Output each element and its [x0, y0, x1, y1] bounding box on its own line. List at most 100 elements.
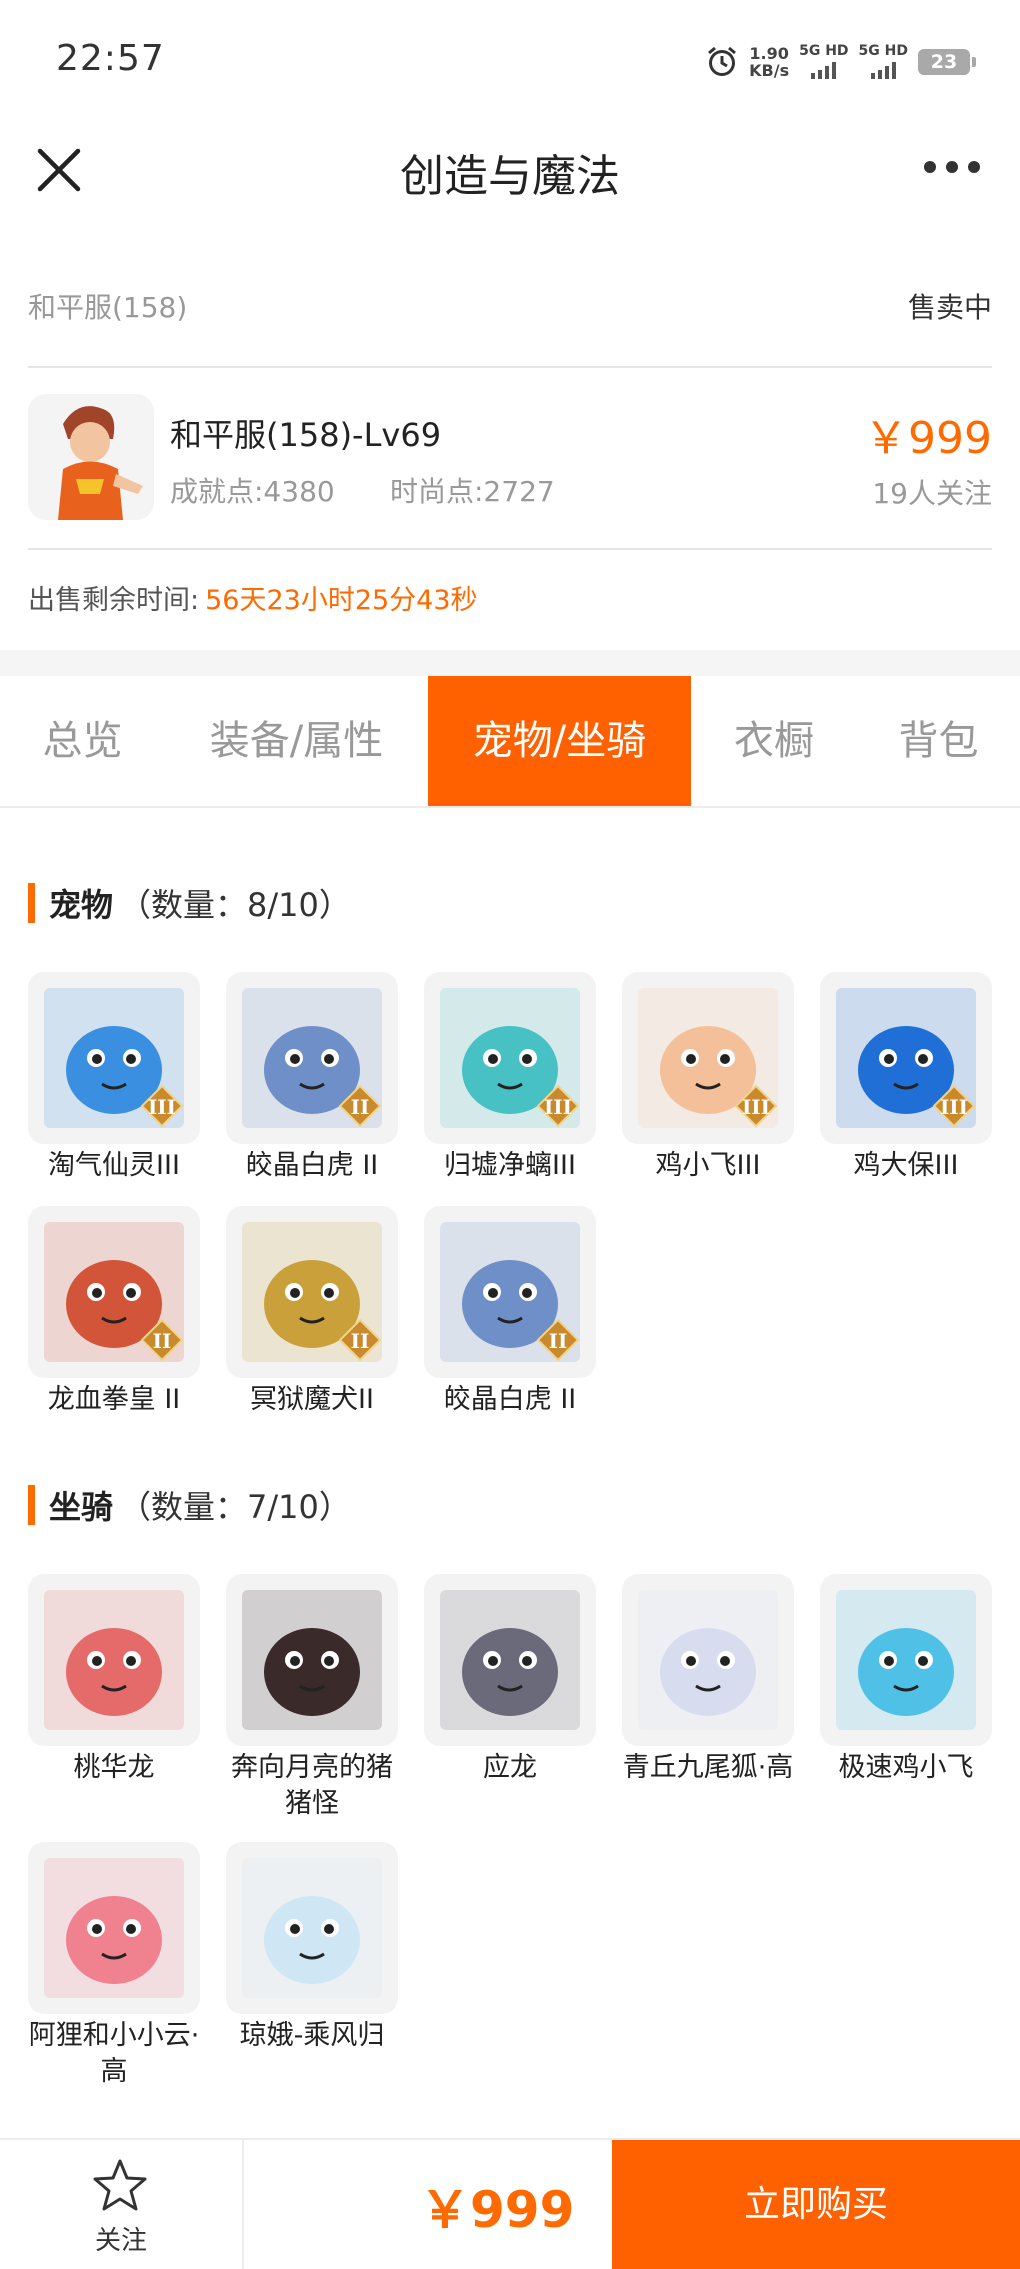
svg-text:II: II: [153, 1329, 172, 1353]
pet-creature-icon: II: [242, 1222, 382, 1362]
signal-bars-icon: [870, 61, 896, 79]
bottom-price: ￥999: [420, 2181, 575, 2239]
pet-thumbnail: II: [424, 1206, 596, 1378]
mount-name: 琼娥-乘风归: [239, 2020, 385, 2051]
svg-text:II: II: [549, 1329, 568, 1353]
mount-item[interactable]: 青丘九尾狐·高: [622, 1574, 794, 1786]
pet-item[interactable]: II 皎晶白虎 II: [424, 1206, 596, 1418]
character-avatar: [28, 394, 154, 520]
pet-item[interactable]: III 淘气仙灵III: [28, 972, 200, 1184]
pet-name: 淘气仙灵III: [48, 1150, 180, 1181]
pets-section-title: 宠物 （数量：8/10）: [28, 880, 351, 926]
status-bar: 22:57 1.90 KB/s 5G HD 5G HD 23: [0, 0, 1020, 120]
mount-name: 应龙: [483, 1752, 537, 1783]
tab-equipment[interactable]: 装备/属性: [165, 676, 428, 806]
mount-item[interactable]: 阿狸和小小云·高: [28, 1842, 200, 2090]
character-figure-icon: [28, 394, 154, 520]
mount-name: 奔向月亮的猪猪怪: [231, 1752, 393, 1819]
section-gap: [0, 650, 1020, 676]
pet-creature-icon: II: [44, 1222, 184, 1362]
pet-creature-icon: III: [638, 988, 778, 1128]
signal-bars-icon: [811, 61, 837, 79]
pet-item[interactable]: II 皎晶白虎 II: [226, 972, 398, 1184]
buy-now-button[interactable]: 立即购买: [612, 2140, 1020, 2269]
mount-name: 桃华龙: [73, 1752, 155, 1783]
bottom-action-bar: 关注 ￥999 立即购买: [0, 2138, 1020, 2269]
pet-creature-icon: II: [440, 1222, 580, 1362]
tab-wardrobe[interactable]: 衣橱: [691, 676, 857, 806]
tab-backpack[interactable]: 背包: [857, 676, 1020, 806]
pet-name: 龙血拳皇 II: [47, 1384, 181, 1415]
signal-1: 5G HD: [799, 43, 849, 79]
tab-overview[interactable]: 总览: [0, 676, 165, 806]
mount-item[interactable]: 桃华龙: [28, 1574, 200, 1786]
mounts-section-title: 坐骑 （数量：7/10）: [28, 1482, 351, 1528]
follower-count: 19人关注: [872, 477, 992, 510]
mount-thumbnail: [226, 1574, 398, 1746]
pet-name: 归墟净螭III: [444, 1150, 576, 1181]
follow-button[interactable]: 关注: [0, 2140, 244, 2269]
status-icons: 1.90 KB/s 5G HD 5G HD 23: [705, 43, 976, 80]
pet-thumbnail: II: [226, 972, 398, 1144]
mount-name: 阿狸和小小云·高: [28, 2020, 200, 2087]
pet-thumbnail: II: [226, 1206, 398, 1378]
mount-name: 青丘九尾狐·高: [622, 1752, 794, 1783]
mount-thumbnail: [622, 1574, 794, 1746]
mount-thumbnail: [226, 1842, 398, 2014]
pet-thumbnail: III: [820, 972, 992, 1144]
pet-item[interactable]: II 龙血拳皇 II: [28, 1206, 200, 1418]
mount-creature-icon: [44, 1858, 184, 1998]
mount-creature-icon: [44, 1590, 184, 1730]
pet-creature-icon: III: [44, 988, 184, 1128]
divider: [28, 548, 992, 550]
character-name: 和平服(158)-Lv69: [170, 416, 442, 454]
server-name: 和平服(158): [28, 291, 188, 324]
pet-name: 皎晶白虎 II: [245, 1150, 379, 1181]
achievement-points: 成就点:4380: [170, 475, 335, 508]
svg-text:III: III: [742, 1095, 770, 1119]
mounts-title: 坐骑: [49, 1488, 114, 1526]
signal-2: 5G HD: [859, 44, 908, 79]
character-card: 和平服(158)-Lv69 成就点:4380 时尚点:2727 ￥999 19人…: [28, 392, 992, 522]
mount-item[interactable]: 琼娥-乘风归: [226, 1842, 398, 2054]
page-title: 创造与魔法: [400, 151, 620, 202]
divider: [28, 366, 992, 368]
mount-item[interactable]: 应龙: [424, 1574, 596, 1786]
signal-1-label: 5G HD: [799, 43, 849, 59]
svg-text:II: II: [351, 1329, 370, 1353]
mount-creature-icon: [836, 1590, 976, 1730]
pets-count: （数量：8/10）: [119, 886, 351, 924]
pet-item[interactable]: II 冥狱魔犬II: [226, 1206, 398, 1418]
pets-title: 宠物: [49, 886, 114, 924]
mount-thumbnail: [28, 1842, 200, 2014]
pet-item[interactable]: III 鸡小飞III: [622, 972, 794, 1184]
tab-pets-mounts[interactable]: 宠物/坐骑: [428, 676, 691, 806]
detail-tabs: 总览 装备/属性 宠物/坐骑 衣橱 背包: [0, 676, 1020, 808]
mount-name: 极速鸡小飞: [838, 1752, 974, 1783]
signal-2-label: 5G HD: [858, 43, 908, 59]
mount-creature-icon: [242, 1590, 382, 1730]
accent-bar: [28, 883, 35, 923]
speed-unit: KB/s: [749, 60, 790, 80]
pet-thumbnail: III: [424, 972, 596, 1144]
pet-item[interactable]: III 鸡大保III: [820, 972, 992, 1184]
svg-text:III: III: [544, 1095, 572, 1119]
listing-price: ￥999: [864, 413, 992, 464]
sale-status-badge: 售卖中: [907, 291, 992, 324]
fashion-points: 时尚点:2727: [390, 475, 555, 508]
svg-text:III: III: [148, 1095, 176, 1119]
pet-name: 鸡大保III: [853, 1150, 959, 1181]
mounts-count: （数量：7/10）: [119, 1488, 351, 1526]
mount-item[interactable]: 极速鸡小飞: [820, 1574, 992, 1786]
pet-item[interactable]: III 归墟净螭III: [424, 972, 596, 1184]
mount-thumbnail: [28, 1574, 200, 1746]
mount-item[interactable]: 奔向月亮的猪猪怪: [226, 1574, 398, 1822]
pet-thumbnail: II: [28, 1206, 200, 1378]
mount-thumbnail: [820, 1574, 992, 1746]
battery-icon: 23: [918, 48, 976, 75]
pet-name: 冥狱魔犬II: [250, 1384, 374, 1415]
more-options-icon[interactable]: [924, 152, 980, 182]
countdown-label: 出售剩余时间:: [28, 585, 200, 616]
countdown-value: 56天23小时25分43秒: [205, 585, 478, 616]
pet-thumbnail: III: [28, 972, 200, 1144]
